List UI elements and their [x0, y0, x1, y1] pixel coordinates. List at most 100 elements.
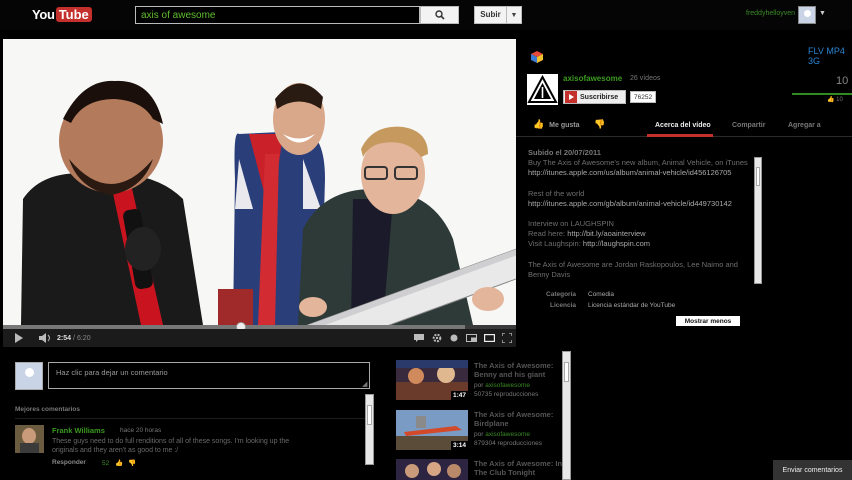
large-player-icon[interactable] [480, 334, 498, 342]
comment-votes: 52 👍 👎 [102, 459, 136, 466]
by-prefix: por [474, 382, 486, 389]
tab-share[interactable]: Compartir [732, 122, 765, 129]
related-title[interactable]: The Axis of Awesome: In The Club Tonight [474, 459, 564, 477]
related-views: 50735 reproducciones [474, 391, 539, 398]
visit-label: Visit Laughspin: [528, 239, 581, 249]
like-button[interactable]: 👍 Me gusta [533, 119, 580, 130]
show-less-button[interactable]: Mostrar menos [676, 316, 740, 326]
related-views: 879304 reproducciones [474, 440, 542, 447]
related-thumbnail[interactable]: 1:47 [396, 360, 468, 400]
video-still-image [3, 39, 516, 325]
chevron-down-icon[interactable]: ▼ [507, 12, 521, 19]
related-channel: por axisofawesome [474, 431, 530, 438]
related-thumbnail[interactable] [396, 459, 468, 480]
best-comments-heading: Mejores comentarios [15, 406, 81, 413]
popout-icon[interactable] [462, 334, 480, 342]
play-icon[interactable] [3, 333, 33, 343]
license-label: Licencia [549, 302, 576, 309]
comments-scrollbar[interactable] [365, 394, 374, 465]
video-duration: 1:47 [450, 391, 468, 400]
video-player[interactable]: 2:54 / 6:20 [3, 39, 516, 347]
settings-gear-icon[interactable] [428, 333, 446, 343]
subscribe-button[interactable]: Suscribirse [563, 90, 626, 104]
description-line: Buy The Axis of Awesome's new album, Ani… [528, 158, 748, 168]
likes-count: 👍 10 [827, 96, 843, 103]
description-scroll-thumb[interactable] [756, 167, 760, 186]
annotations-icon[interactable] [446, 334, 462, 342]
video-frame[interactable] [3, 39, 516, 325]
upload-button[interactable]: Subir ▼ [474, 6, 522, 24]
reply-button[interactable]: Responder [52, 459, 86, 466]
time-separator: / [73, 334, 75, 342]
related-title[interactable]: The Axis of Awesome: Benny and his giant [474, 361, 564, 379]
license-value: Licencia estándar de YouTube [588, 302, 676, 309]
category-value[interactable]: Comedia [588, 291, 614, 298]
interview-link[interactable]: http://bit.ly/aoainterview [567, 229, 645, 238]
format-links[interactable]: FLV MP4 3G [808, 46, 852, 66]
thumbs-up-small-icon: 👍 [827, 97, 835, 103]
tab-add-to[interactable]: Agregar a [788, 122, 821, 129]
laughspin-link[interactable]: http://laughspin.com [583, 239, 650, 248]
comments-scroll-thumb[interactable] [367, 405, 372, 425]
related-channel: por axisofawesome [474, 382, 530, 389]
comment-user-avatar [15, 362, 43, 390]
subscribe-label: Suscribirse [580, 93, 619, 101]
likes-count-value: 10 [836, 97, 843, 103]
video-duration: 3:14 [450, 441, 468, 450]
likes-ratio-bar [792, 93, 852, 95]
time-total: 6:20 [76, 334, 91, 342]
channel-logo[interactable] [527, 74, 558, 105]
description-scrollbar[interactable] [754, 157, 762, 284]
logo-tube: Tube [55, 7, 92, 22]
category-label: Categoría [546, 291, 576, 298]
resize-handle-icon[interactable]: ◢ [362, 380, 367, 388]
related-title[interactable]: The Axis of Awesome: Birdplane [474, 410, 564, 428]
tab-about[interactable]: Acerca del vídeo [655, 122, 711, 129]
video-description: Subido el 20/07/2011 Buy The Axis of Awe… [528, 148, 753, 282]
search-input[interactable] [135, 6, 420, 24]
view-count: 10 [836, 75, 849, 87]
commenter-avatar[interactable] [15, 425, 44, 453]
comment-like-icon[interactable]: 👍 [115, 460, 123, 466]
related-scroll-thumb[interactable] [564, 362, 569, 382]
comment-text: These guys need to do full renditions of… [52, 438, 290, 454]
username[interactable]: freddyhelloyven [746, 10, 795, 17]
read-label: Read here: [528, 229, 566, 239]
comment-vote-count: 52 [102, 460, 110, 466]
thumbs-up-icon: 👍 [533, 119, 545, 129]
fullscreen-icon[interactable] [498, 333, 516, 343]
user-avatar[interactable] [798, 6, 816, 24]
player-controls: 2:54 / 6:20 [3, 329, 516, 347]
comment-dislike-icon[interactable]: 👎 [128, 460, 136, 466]
captions-icon[interactable] [410, 334, 428, 342]
itunes-us-link[interactable]: http://itunes.apple.com/us/album/animal-… [528, 168, 731, 177]
search-icon [434, 10, 445, 20]
related-scrollbar[interactable] [562, 351, 571, 480]
active-tab-indicator [647, 134, 713, 137]
upload-label: Subir [475, 7, 507, 23]
by-prefix: por [474, 431, 486, 438]
video-count: 26 vídeos [630, 75, 661, 82]
related-channel-link[interactable]: axisofawesome [485, 382, 530, 389]
upload-date: Subido el 20/07/2011 [528, 148, 601, 157]
cube-icon [531, 51, 543, 63]
comments-list: Frank Williams hace 20 horas These guys … [15, 418, 372, 466]
dislike-button[interactable]: 👎 [594, 119, 605, 130]
description-line: Interview on LAUGHSPIN [528, 219, 614, 229]
itunes-gb-link[interactable]: http://itunes.apple.com/gb/album/animal-… [528, 199, 732, 208]
related-channel-link[interactable]: axisofawesome [485, 431, 530, 438]
channel-name[interactable]: axisofawesome [563, 74, 622, 83]
comment-input[interactable]: Haz clic para dejar un comentario [48, 362, 370, 389]
volume-icon[interactable] [33, 333, 57, 343]
comment-author[interactable]: Frank Williams [52, 426, 105, 435]
send-feedback-button[interactable]: Enviar comentarios [773, 460, 852, 480]
subscriber-count: 76252 [630, 91, 657, 103]
youtube-logo[interactable]: You Tube [32, 6, 92, 23]
account-chevron-icon[interactable]: ▼ [819, 10, 826, 17]
description-line: The Axis of Awesome are Jordan Raskopoul… [528, 259, 738, 279]
time-current: 2:54 [57, 334, 72, 342]
logo-you: You [32, 7, 55, 22]
comment-time: hace 20 horas [120, 427, 162, 434]
related-thumbnail[interactable]: 3:14 [396, 410, 468, 450]
search-button[interactable] [420, 6, 459, 24]
